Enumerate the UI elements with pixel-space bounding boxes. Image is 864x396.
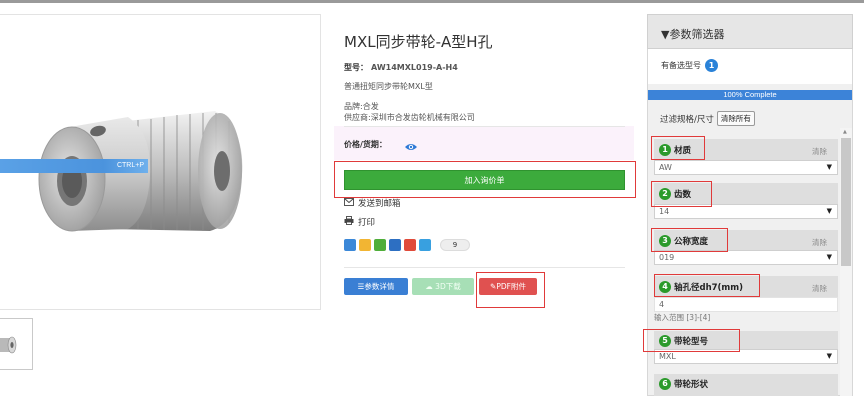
alt-models-badge: 1: [705, 59, 718, 72]
highlight-box-2: [651, 181, 712, 207]
filter-scrollbar-thumb[interactable]: [841, 138, 851, 266]
printer-icon: [344, 216, 354, 228]
section-3-clear[interactable]: 清除: [812, 237, 827, 248]
print-label: 打印: [358, 218, 376, 228]
section-4-clear[interactable]: 清除: [812, 283, 827, 294]
cloud-download-icon: ☁: [425, 282, 436, 291]
width-value: 019: [659, 253, 675, 262]
teeth-value: 14: [659, 207, 670, 216]
section-1-clear[interactable]: 清除: [812, 146, 827, 157]
bore-range-note: 输入范围 [3]-[4]: [654, 313, 711, 322]
bore-value: 4: [659, 300, 665, 309]
product-title: MXL同步带轮-A型H孔: [344, 33, 493, 51]
section-6-title: 带轮形状: [674, 380, 709, 390]
model-value: AW14MXL019-A-H4: [371, 63, 458, 72]
alt-models-label: 有备选型号: [661, 61, 701, 70]
download-3d-label: 3D下载: [435, 282, 461, 291]
share-weibo-icon[interactable]: [404, 239, 416, 251]
product-brand: 品牌:合发: [344, 102, 379, 111]
highlight-box-5: [643, 329, 740, 352]
top-border: [0, 0, 864, 3]
clear-all-button[interactable]: 清除所有: [716, 111, 755, 126]
material-value: AW: [659, 163, 672, 172]
divider: [344, 126, 625, 127]
download-3d-button[interactable]: ☁ 3D下载: [412, 278, 474, 295]
scroll-up-icon[interactable]: ▲: [843, 129, 847, 135]
highlight-box-1: [651, 136, 705, 160]
add-to-inquiry-button[interactable]: 加入询价单: [344, 170, 625, 190]
model-number: 型号： AW14MXL019-A-H4: [344, 62, 458, 73]
filter-section-6-label: 6 带轮形状: [659, 378, 708, 390]
filter-panel-title[interactable]: ▼参数筛选器: [661, 26, 724, 42]
progress-text: 100% Complete: [723, 90, 777, 99]
param-details-button[interactable]: ☰参数详情: [344, 278, 408, 295]
step-6-badge: 6: [659, 378, 671, 390]
product-supplier: 供应商:深圳市合发齿轮机械有限公司: [344, 113, 475, 122]
eye-icon[interactable]: [404, 137, 418, 156]
filter-size-row: 过滤规格/尺寸 清除所有: [660, 111, 755, 126]
dropdown-caret-icon: ▼: [826, 253, 832, 261]
width-select[interactable]: 019 ▼: [654, 250, 838, 265]
pulley-model-value: MXL: [659, 352, 676, 361]
bore-input[interactable]: 4: [654, 297, 838, 312]
pdf-attachment-label: PDF附件: [496, 282, 526, 291]
model-label: 型号：: [344, 63, 368, 72]
pulley-thumbnail-icon: [0, 336, 17, 354]
product-description: 普通扭矩同步带轮MXL型: [344, 82, 433, 91]
share-qzone-icon[interactable]: [359, 239, 371, 251]
product-thumbnail[interactable]: [0, 318, 33, 370]
envelope-icon: [344, 197, 354, 209]
material-select[interactable]: AW ▼: [654, 160, 838, 175]
dropdown-caret-icon: ▼: [826, 207, 832, 215]
param-details-label: 参数详情: [364, 282, 395, 291]
highlight-box-4: [654, 274, 760, 297]
share-row: 9: [344, 239, 470, 251]
share-wechat-icon[interactable]: [374, 239, 386, 251]
send-email-link[interactable]: 发送到邮箱: [344, 197, 401, 209]
print-link[interactable]: 打印: [344, 216, 375, 228]
dropdown-caret-icon: ▼: [826, 352, 832, 360]
share-tencent-icon[interactable]: [389, 239, 401, 251]
share-more-icon[interactable]: [419, 239, 431, 251]
highlight-box-3: [651, 228, 728, 252]
ctrl-print-hint-bar: CTRL+P: [0, 159, 148, 173]
send-email-label: 发送到邮箱: [358, 199, 401, 209]
price-delivery-label: 价格/货期：: [344, 140, 387, 149]
pdf-attachment-button[interactable]: ✎PDF附件: [479, 278, 537, 295]
share-qq-icon[interactable]: [344, 239, 356, 251]
share-count: 9: [440, 239, 470, 251]
divider: [344, 267, 625, 268]
filter-size-label: 过滤规格/尺寸: [660, 114, 714, 125]
dropdown-caret-icon: ▼: [826, 163, 832, 171]
product-image-panel[interactable]: CTRL+P: [0, 14, 321, 310]
alt-models-row[interactable]: 有备选型号 1: [661, 59, 718, 72]
